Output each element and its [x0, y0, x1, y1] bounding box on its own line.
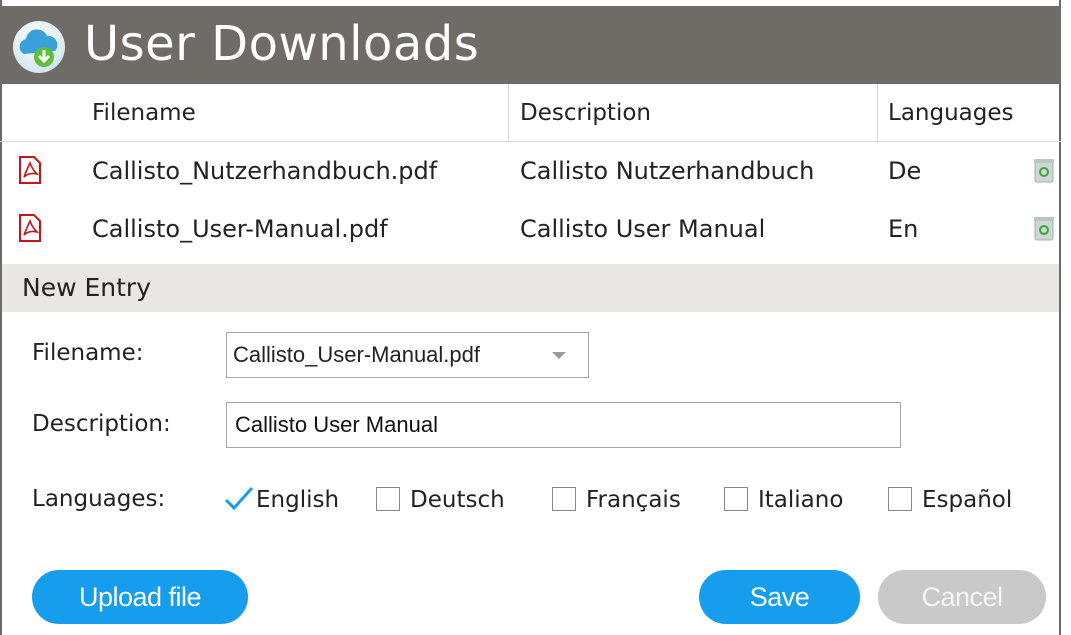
- description-label: Description:: [32, 411, 171, 437]
- file-description: Callisto Nutzerhandbuch: [520, 157, 815, 185]
- language-label: Deutsch: [410, 487, 505, 513]
- page-title: User Downloads: [84, 16, 480, 72]
- column-header-languages: Languages: [888, 100, 1014, 126]
- section-heading-new-entry: New Entry: [2, 264, 1059, 312]
- pdf-file-icon: [19, 156, 41, 184]
- table-header: Filename Description Languages: [0, 84, 1061, 142]
- language-option-english[interactable]: English: [222, 478, 339, 522]
- pdf-file-icon: [19, 214, 41, 242]
- checkbox[interactable]: [376, 486, 400, 511]
- language-option-francais[interactable]: Français: [552, 478, 681, 522]
- checkmark-icon[interactable]: [222, 486, 256, 512]
- column-header-filename: Filename: [92, 100, 196, 126]
- filename-label: Filename:: [32, 340, 144, 366]
- save-button[interactable]: Save: [699, 570, 860, 624]
- trash-icon[interactable]: [1032, 156, 1056, 184]
- file-name[interactable]: Callisto_Nutzerhandbuch.pdf: [92, 142, 437, 200]
- language-label: Español: [922, 487, 1013, 513]
- languages-label: Languages:: [32, 486, 166, 512]
- filename-select[interactable]: Callisto_User-Manual.pdf: [226, 332, 589, 378]
- chevron-down-icon: [552, 352, 566, 359]
- language-option-deutsch[interactable]: Deutsch: [376, 478, 505, 522]
- table-row: Callisto_User-Manual.pdf Callisto User M…: [0, 200, 1061, 258]
- language-option-italiano[interactable]: Italiano: [724, 478, 843, 522]
- trash-icon[interactable]: [1032, 214, 1056, 242]
- language-label: Français: [586, 487, 681, 513]
- checkbox[interactable]: [888, 486, 912, 511]
- language-option-espanol[interactable]: Español: [888, 478, 1012, 522]
- language-label: Italiano: [758, 487, 844, 513]
- cloud-download-icon: [13, 21, 65, 73]
- column-divider: [877, 84, 878, 142]
- checkbox[interactable]: [552, 486, 576, 511]
- upload-file-button[interactable]: Upload file: [32, 570, 248, 624]
- cancel-button[interactable]: Cancel: [878, 570, 1046, 624]
- file-name[interactable]: Callisto_User-Manual.pdf: [92, 200, 388, 258]
- language-label: English: [256, 487, 340, 513]
- title-bar: User Downloads: [0, 6, 1061, 84]
- description-input[interactable]: Callisto User Manual: [226, 402, 901, 448]
- file-description: Callisto User Manual: [520, 215, 766, 243]
- table-row: Callisto_Nutzerhandbuch.pdf Callisto Nut…: [0, 142, 1061, 200]
- file-language: En: [888, 215, 919, 243]
- file-language: De: [888, 157, 922, 185]
- checkbox[interactable]: [724, 486, 748, 511]
- filename-select-value: Callisto_User-Manual.pdf: [233, 342, 480, 367]
- column-header-description: Description: [520, 100, 651, 126]
- column-divider: [508, 84, 509, 142]
